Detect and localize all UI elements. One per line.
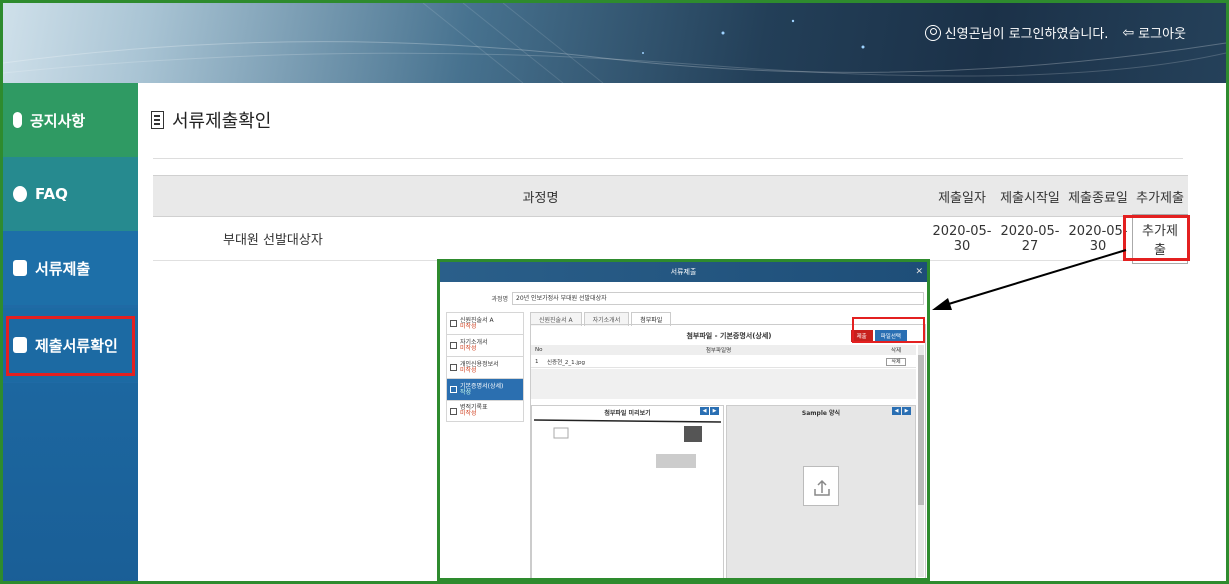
col-start-date: 제출시작일 xyxy=(1000,190,1060,206)
sidebar-item-notice[interactable]: 공지사항 xyxy=(3,83,138,157)
col-course: 과정명 xyxy=(522,190,559,206)
upload-doc-icon xyxy=(13,260,27,276)
chat-icon xyxy=(13,186,27,202)
file-col-no: No xyxy=(535,347,543,353)
page-title: 서류제출확인 xyxy=(151,107,271,133)
course-value: 20년 인보가정사 부대원 선발대상자 xyxy=(512,292,924,305)
next-icon[interactable]: ▶ xyxy=(902,407,911,415)
preview-section: 첨부파일 미리보기 ◀ ▶ xyxy=(531,405,724,578)
panel-scrollbar[interactable] xyxy=(918,345,924,577)
course-label: 과정명 xyxy=(491,296,508,303)
col-add-submit: 추가제출 xyxy=(1136,190,1184,206)
close-icon[interactable]: ✕ xyxy=(915,262,923,282)
microphone-icon xyxy=(13,112,22,128)
callout-arrow xyxy=(932,249,1127,310)
step-item[interactable]: 신원진술서 A 미작성 xyxy=(446,312,524,334)
app-frame: 신영곤님이 로그인하였습니다. ⇦ 로그아웃 공지사항 FAQ 서류제출 제출서… xyxy=(0,0,1229,584)
sidebar-filler xyxy=(3,383,138,581)
preview-nav: ◀ ▶ xyxy=(700,407,719,415)
step-icon xyxy=(450,342,457,349)
list-icon xyxy=(151,111,164,129)
sample-title: Sample 양식 xyxy=(801,410,841,417)
sidebar-item-label: FAQ xyxy=(35,185,68,203)
modal-course-row: 과정명 20년 인보가정사 부대원 선발대상자 xyxy=(446,292,924,305)
logout-label: 로그아웃 xyxy=(1138,27,1186,42)
preview-title: 첨부파일 미리보기 xyxy=(604,410,651,417)
document-image xyxy=(533,419,722,468)
sidebar-item-submit[interactable]: 서류제출 xyxy=(3,231,138,305)
scrollbar-thumb[interactable] xyxy=(918,355,924,505)
table-header: 과정명 제출일자 제출시작일 제출종료일 추가제출 xyxy=(153,175,1188,217)
next-icon[interactable]: ▶ xyxy=(710,407,719,415)
cell-course: 부대원 선발대상자 xyxy=(223,233,323,248)
document-thumbnail xyxy=(533,418,722,478)
step-status: 미작성 xyxy=(460,322,477,330)
logout-link[interactable]: ⇦ 로그아웃 xyxy=(1122,23,1186,43)
highlight-box xyxy=(1123,215,1190,261)
step-item[interactable]: 자기소개서 미작성 xyxy=(446,334,524,356)
file-col-name: 첨부파일명 xyxy=(705,348,732,354)
step-item[interactable]: 개인신용정보서 미작성 xyxy=(446,356,524,378)
user-info: 신영곤님이 로그인하였습니다. xyxy=(924,23,1109,42)
file-list-area xyxy=(531,369,916,399)
prev-icon[interactable]: ◀ xyxy=(700,407,709,415)
file-no: 1 xyxy=(535,358,539,365)
modal-title: 서류제출 xyxy=(670,268,697,276)
sidebar-item-label: 공지사항 xyxy=(30,111,86,130)
modal-header: 서류제출 ✕ xyxy=(440,262,927,282)
step-status: 미작성 xyxy=(460,366,477,374)
sidebar-item-check[interactable]: 제출서류확인 xyxy=(3,308,138,382)
file-table-header: No 첨부파일명 삭제 xyxy=(531,345,916,355)
title-divider xyxy=(153,158,1183,159)
highlight-box xyxy=(852,317,925,343)
attachment-panel: 첨부파일 - 기본증명서(상세) 제출 파일선택 No 첨부파일명 삭제 1 신… xyxy=(530,324,926,578)
sample-nav: ◀ ▶ xyxy=(892,407,911,415)
step-list: 신원진술서 A 미작성 자기소개서 미작성 개인신용정보서 미작성 기본증명서(상세)… xyxy=(446,312,524,422)
submit-modal: 서류제출 ✕ 과정명 20년 인보가정사 부대원 선발대상자 신원진술서 A 미작… xyxy=(437,259,930,581)
header-banner: 신영곤님이 로그인하였습니다. ⇦ 로그아웃 xyxy=(3,3,1226,83)
file-delete-button[interactable]: 삭제 xyxy=(886,358,906,366)
upload-placeholder-icon xyxy=(803,466,839,506)
highlight-box xyxy=(6,316,135,376)
step-status: 미작성 xyxy=(460,344,477,352)
step-status: 작성 xyxy=(460,388,472,396)
prev-icon[interactable]: ◀ xyxy=(892,407,901,415)
sample-section: Sample 양식 ◀ ▶ xyxy=(726,405,916,578)
step-item[interactable]: 병적기록표 미작성 xyxy=(446,400,524,422)
step-item[interactable]: 기본증명서(상세) 작성 xyxy=(446,378,524,400)
logout-icon: ⇦ xyxy=(1122,24,1135,41)
step-status: 미작성 xyxy=(460,410,477,417)
sidebar-item-faq[interactable]: FAQ xyxy=(3,157,138,231)
step-icon xyxy=(450,386,457,393)
sidebar: 공지사항 FAQ 서류제출 제출서류확인 xyxy=(3,83,138,581)
user-icon xyxy=(924,24,941,41)
page-title-text: 서류제출확인 xyxy=(172,111,272,132)
file-name: 신증현_2_1.jpg xyxy=(547,359,585,366)
user-welcome-text: 신영곤님이 로그인하였습니다. xyxy=(944,27,1109,42)
file-row: 1 신증현_2_1.jpg 삭제 xyxy=(531,356,916,368)
step-icon xyxy=(450,364,457,371)
step-icon xyxy=(450,407,457,415)
user-area: 신영곤님이 로그인하였습니다. ⇦ 로그아웃 xyxy=(924,23,1186,43)
file-col-del: 삭제 xyxy=(890,348,902,354)
col-submit-date: 제출일자 xyxy=(938,190,986,206)
col-end-date: 제출종료일 xyxy=(1068,190,1128,206)
banner-decoration xyxy=(3,3,1226,83)
step-icon xyxy=(450,320,457,327)
sidebar-item-label: 서류제출 xyxy=(35,259,91,278)
